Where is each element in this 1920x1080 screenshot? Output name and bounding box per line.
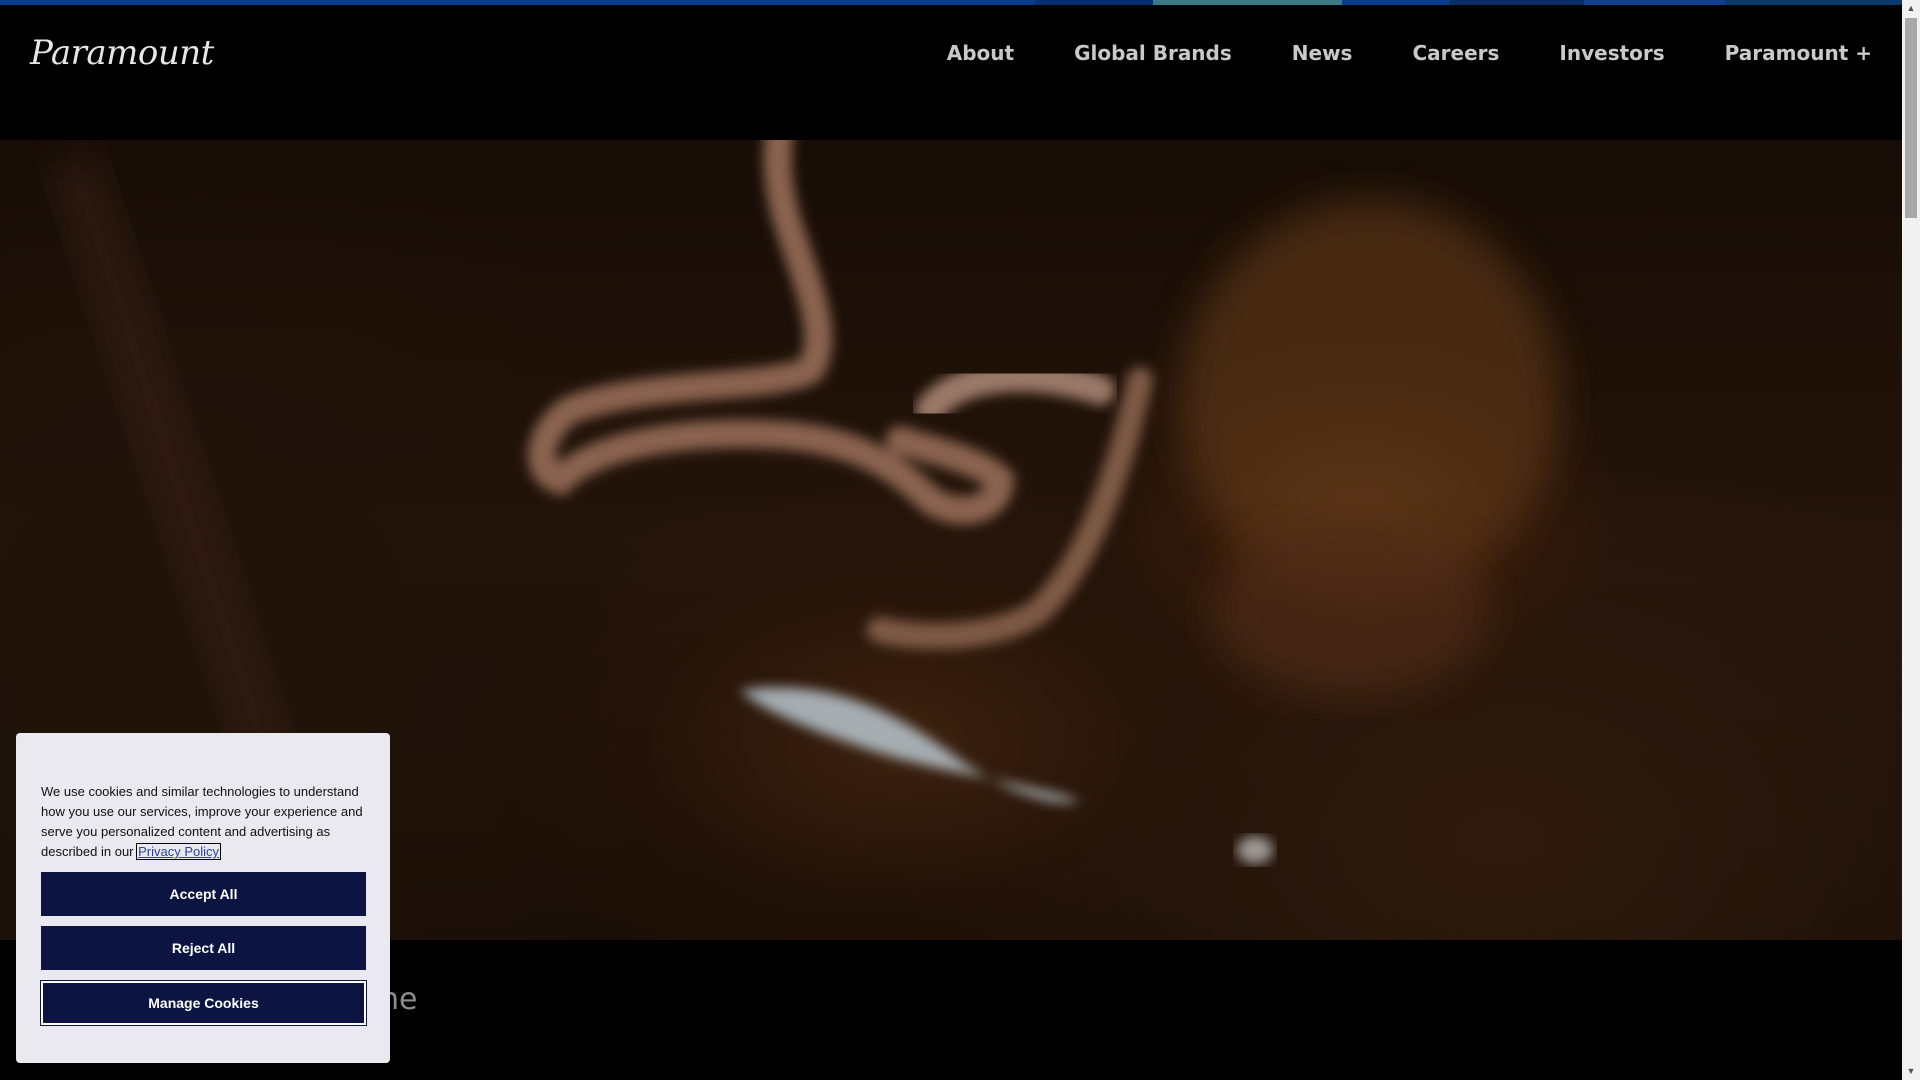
nav-careers[interactable]: Careers: [1412, 41, 1499, 65]
nav-paramount-plus[interactable]: Paramount +: [1725, 41, 1872, 65]
reject-all-button[interactable]: Reject All: [41, 926, 366, 970]
nav-investors[interactable]: Investors: [1559, 41, 1664, 65]
privacy-policy-link[interactable]: Privacy Policy: [136, 843, 222, 860]
vertical-scrollbar[interactable]: ▲ ▼: [1902, 0, 1920, 1080]
scrollbar-thumb[interactable]: [1905, 18, 1917, 218]
scroll-up-arrow-icon[interactable]: ▲: [1902, 0, 1920, 17]
scroll-down-arrow-icon[interactable]: ▼: [1902, 1063, 1920, 1080]
site-header: Paramount About Global Brands News Caree…: [0, 5, 1902, 140]
nav-news[interactable]: News: [1292, 41, 1353, 65]
nav-about[interactable]: About: [947, 41, 1014, 65]
manage-cookies-button[interactable]: Manage Cookies: [41, 981, 366, 1025]
main-nav: About Global Brands News Careers Investo…: [887, 41, 1872, 65]
cookie-message: We use cookies and similar technologies …: [41, 782, 371, 862]
accept-all-button[interactable]: Accept All: [41, 872, 366, 916]
cookie-consent-banner: We use cookies and similar technologies …: [16, 733, 390, 1063]
paramount-logo[interactable]: Paramount: [30, 33, 214, 73]
nav-global-brands[interactable]: Global Brands: [1074, 41, 1232, 65]
